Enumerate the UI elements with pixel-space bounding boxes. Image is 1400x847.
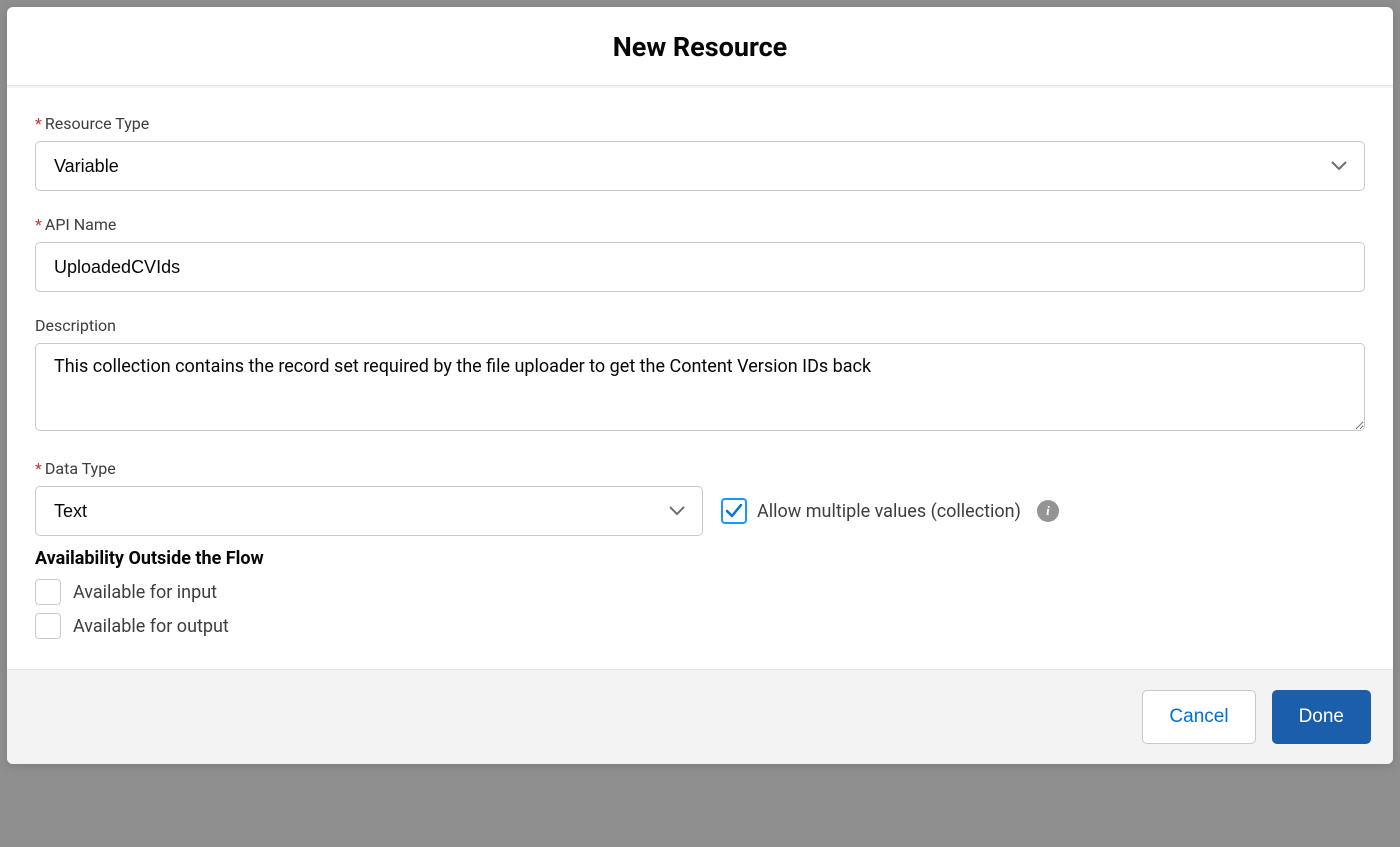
modal-title: New Resource bbox=[7, 31, 1393, 63]
done-button[interactable]: Done bbox=[1272, 690, 1371, 744]
description-textarea[interactable] bbox=[35, 343, 1365, 431]
resource-type-select-button[interactable]: Variable bbox=[35, 141, 1365, 191]
allow-multiple-wrap: Allow multiple values (collection) i bbox=[721, 498, 1059, 524]
api-name-input[interactable] bbox=[35, 242, 1365, 292]
resource-type-select[interactable]: Variable bbox=[35, 141, 1365, 191]
description-label: Description bbox=[35, 316, 1365, 335]
availability-heading: Availability Outside the Flow bbox=[35, 548, 1365, 569]
info-icon[interactable]: i bbox=[1037, 500, 1059, 522]
data-type-label-text: Data Type bbox=[45, 459, 116, 478]
allow-multiple-checkbox[interactable] bbox=[721, 498, 747, 524]
resource-type-label: *Resource Type bbox=[35, 114, 1365, 133]
available-input-row: Available for input bbox=[35, 579, 1365, 605]
required-mark: * bbox=[35, 114, 42, 133]
data-type-row: Text Allow multiple values (collection) … bbox=[35, 486, 1365, 536]
data-type-select-button[interactable]: Text bbox=[35, 486, 703, 536]
field-description: Description bbox=[35, 316, 1365, 435]
allow-multiple-label: Allow multiple values (collection) bbox=[757, 501, 1021, 522]
resource-type-label-text: Resource Type bbox=[45, 114, 149, 133]
available-output-label: Available for output bbox=[73, 616, 229, 637]
data-type-label: *Data Type bbox=[35, 459, 1365, 478]
modal-footer: Cancel Done bbox=[7, 669, 1393, 764]
api-name-label-text: API Name bbox=[45, 215, 116, 234]
available-output-checkbox[interactable] bbox=[35, 613, 61, 639]
field-data-type: *Data Type Text Allow multiple values (c… bbox=[35, 459, 1365, 536]
required-mark: * bbox=[35, 215, 42, 234]
field-resource-type: *Resource Type Variable bbox=[35, 114, 1365, 191]
new-resource-modal: New Resource *Resource Type Variable *AP… bbox=[7, 7, 1393, 764]
data-type-select[interactable]: Text bbox=[35, 486, 703, 536]
available-input-label: Available for input bbox=[73, 582, 217, 603]
required-mark: * bbox=[35, 459, 42, 478]
modal-header: New Resource bbox=[7, 7, 1393, 86]
available-input-checkbox[interactable] bbox=[35, 579, 61, 605]
api-name-label: *API Name bbox=[35, 215, 1365, 234]
cancel-button[interactable]: Cancel bbox=[1142, 690, 1255, 744]
field-api-name: *API Name bbox=[35, 215, 1365, 292]
available-output-row: Available for output bbox=[35, 613, 1365, 639]
modal-body: *Resource Type Variable *API Name Descri… bbox=[7, 88, 1393, 669]
